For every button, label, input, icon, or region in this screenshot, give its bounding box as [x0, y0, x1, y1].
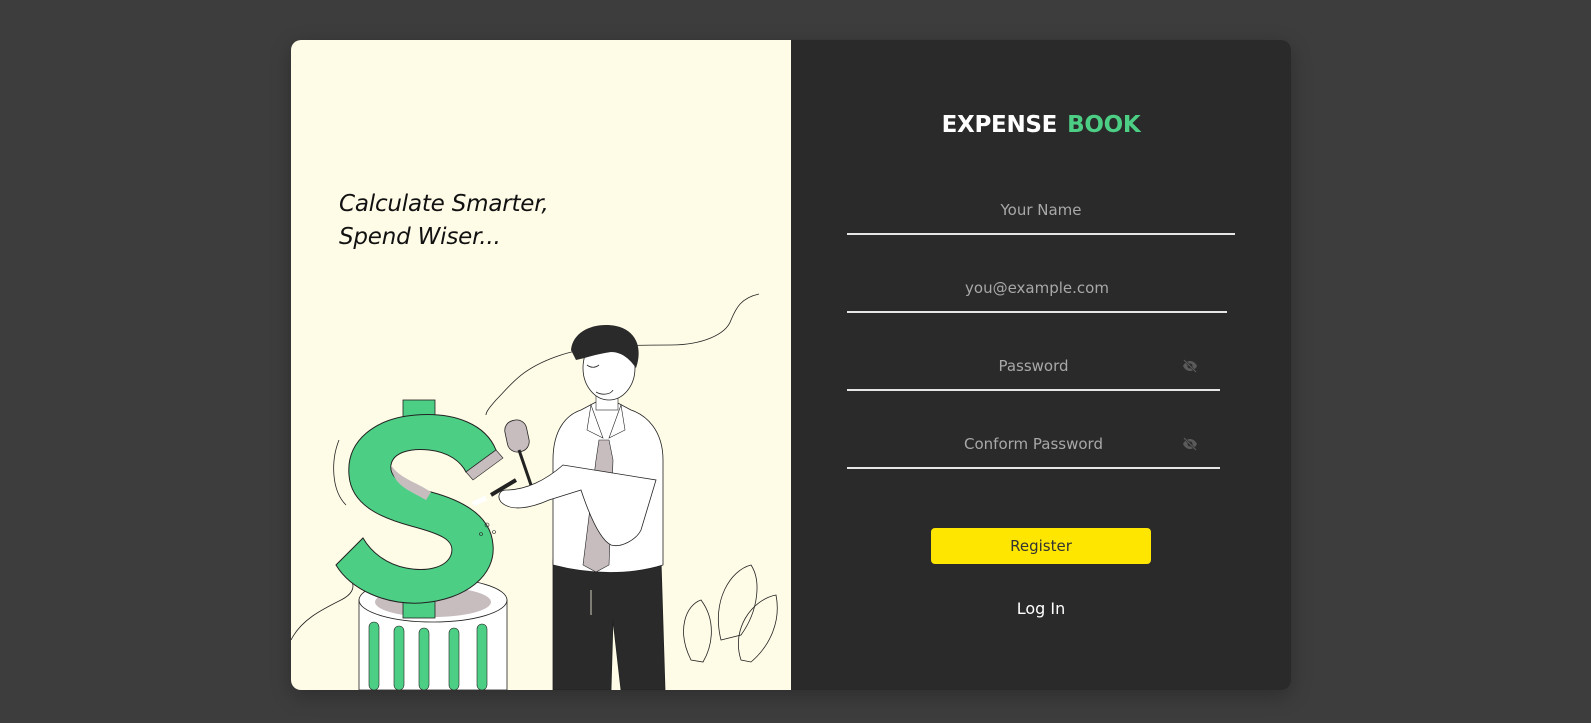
- brand-logo: EXPENSE BOOK: [791, 112, 1291, 138]
- sculptor-dollar-illustration: [291, 293, 778, 690]
- name-field: [847, 189, 1235, 235]
- email-field: [847, 267, 1227, 313]
- brand-word-expense: EXPENSE: [941, 112, 1058, 138]
- tagline-line-1: Calculate Smarter,: [339, 191, 549, 217]
- eye-slash-icon[interactable]: [1182, 437, 1198, 451]
- register-button[interactable]: Register: [931, 528, 1151, 564]
- confirm-password-input[interactable]: [847, 423, 1220, 465]
- name-input[interactable]: [847, 189, 1235, 231]
- hero-panel: Calculate Smarter, Spend Wiser...: [291, 40, 791, 690]
- register-card: Calculate Smarter, Spend Wiser... EXPENS…: [291, 40, 1291, 690]
- password-input[interactable]: [847, 345, 1220, 387]
- login-link[interactable]: Log In: [791, 599, 1291, 618]
- email-input[interactable]: [847, 267, 1227, 309]
- eye-slash-icon[interactable]: [1182, 359, 1198, 373]
- password-field: [847, 345, 1220, 391]
- confirm-password-field: [847, 423, 1220, 469]
- brand-word-book: BOOK: [1067, 112, 1141, 138]
- tagline: Calculate Smarter, Spend Wiser...: [339, 188, 549, 254]
- tagline-line-2: Spend Wiser...: [339, 224, 501, 250]
- form-panel: EXPENSEBOOK Regist: [791, 40, 1291, 690]
